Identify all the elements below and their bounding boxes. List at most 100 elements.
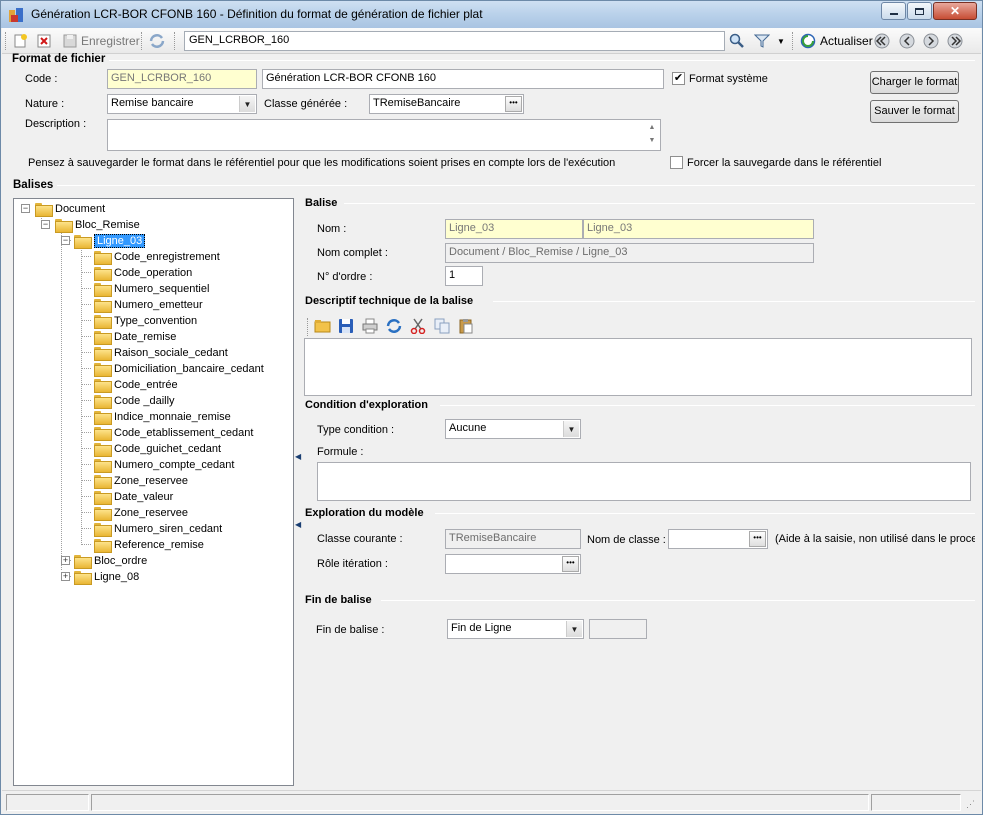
tree-node-child[interactable]: Code_guichet_cedant — [94, 441, 221, 457]
editor-copy-button[interactable] — [434, 318, 450, 334]
paste-icon — [459, 319, 473, 334]
tree-node-child[interactable]: Code_operation — [94, 265, 192, 281]
tree-node-child[interactable]: Code _dailly — [94, 393, 175, 409]
ordre-field[interactable]: 1 — [445, 266, 483, 286]
tree-connector — [81, 352, 91, 353]
splitter-collapse-icon[interactable]: ◀ — [295, 520, 301, 530]
code-field[interactable]: GEN_LCRBOR_160 — [107, 69, 257, 89]
tree-node-document[interactable]: Document — [35, 201, 105, 217]
tree-connector — [81, 272, 91, 273]
nom-alias-field[interactable]: Ligne_03 — [583, 219, 814, 239]
editor-print-button[interactable] — [362, 318, 378, 334]
nom-classe-field[interactable]: ••• — [668, 529, 768, 549]
tree-node-child[interactable]: Reference_remise — [94, 537, 204, 553]
editor-toolbar-grip — [307, 318, 308, 336]
tree-node-child[interactable]: Raison_sociale_cedant — [94, 345, 228, 361]
close-button[interactable]: ✕ — [933, 2, 977, 20]
tree-connector — [81, 496, 91, 497]
format-systeme-checkbox[interactable]: ✔ — [672, 72, 685, 85]
folder-icon — [94, 539, 112, 553]
filter-dropdown-button[interactable]: ▼ — [777, 32, 785, 50]
tree-node-ligne08[interactable]: Ligne_08 — [74, 569, 139, 585]
load-format-button[interactable]: Charger le format — [870, 71, 959, 94]
sync-button[interactable] — [148, 32, 166, 50]
nom-classe-browse-button[interactable]: ••• — [749, 531, 766, 547]
nature-select[interactable]: Remise bancaire ▼ — [107, 94, 257, 114]
tree-node-child[interactable]: Zone_reservee — [94, 505, 188, 521]
delete-button[interactable] — [36, 32, 52, 50]
expand-ligne08-button[interactable]: + — [61, 572, 70, 581]
exploration-section-divider — [435, 513, 975, 514]
title-bar[interactable]: Génération LCR-BOR CFONB 160 - Définitio… — [1, 1, 982, 28]
tree-node-child[interactable]: Domiciliation_bancaire_cedant — [94, 361, 264, 377]
save-toolbar-button[interactable]: Enregistrer — [62, 32, 140, 50]
description-field[interactable]: ▲ ▼ — [107, 119, 661, 151]
editor-refresh-button[interactable] — [386, 318, 402, 334]
tree-node-child[interactable]: Numero_sequentiel — [94, 281, 209, 297]
collapse-ligne03-button[interactable]: − — [61, 236, 70, 245]
tree-node-ligne03[interactable]: Ligne_03 — [74, 233, 146, 249]
role-iteration-field[interactable]: ••• — [445, 554, 581, 574]
classe-browse-button[interactable]: ••• — [505, 96, 522, 112]
minimize-button[interactable] — [881, 2, 906, 20]
role-iteration-browse-button[interactable]: ••• — [562, 556, 579, 572]
tree-node-child[interactable]: Code_entrée — [94, 377, 178, 393]
refresh-label: Actualiser — [820, 34, 873, 48]
folder-icon — [94, 347, 112, 361]
tree-node-child[interactable]: Code_enregistrement — [94, 249, 220, 265]
format-name-field[interactable]: Génération LCR-BOR CFONB 160 — [262, 69, 664, 89]
maximize-button[interactable] — [907, 2, 932, 20]
folder-icon — [94, 475, 112, 489]
nature-label: Nature : — [25, 98, 65, 110]
expand-bloc-ordre-button[interactable]: + — [61, 556, 70, 565]
tree-node-child[interactable]: Type_convention — [94, 313, 197, 329]
tree-connector — [81, 248, 82, 545]
tree-node-child[interactable]: Numero_emetteur — [94, 297, 203, 313]
splitter-collapse-icon[interactable]: ◀ — [295, 452, 301, 462]
formule-field[interactable] — [317, 462, 971, 501]
previous-record-button[interactable] — [899, 32, 915, 50]
tree-node-label: Ligne_03 — [94, 234, 146, 248]
chevron-down-icon[interactable]: ▼ — [566, 621, 582, 637]
chevron-down-icon[interactable]: ▼ — [563, 421, 579, 437]
tree-node-child[interactable]: Indice_monnaie_remise — [94, 409, 231, 425]
balises-tree[interactable]: − − − + + Document Bloc_Remise Ligne_03 … — [13, 198, 294, 786]
tree-node-child[interactable]: Numero_compte_cedant — [94, 457, 234, 473]
chevron-down-icon[interactable]: ▼ — [239, 96, 255, 112]
search-button[interactable] — [729, 32, 745, 50]
editor-cut-button[interactable] — [410, 318, 426, 334]
folder-icon — [94, 299, 112, 313]
next-record-button[interactable] — [923, 32, 939, 50]
format-selector-input[interactable]: GEN_LCRBOR_160 — [184, 31, 725, 51]
tree-node-child[interactable]: Code_etablissement_cedant — [94, 425, 253, 441]
descriptif-editor[interactable] — [304, 338, 972, 396]
tree-connector — [81, 304, 91, 305]
nom-field[interactable]: Ligne_03 — [445, 219, 583, 239]
editor-open-button[interactable] — [314, 318, 331, 334]
tree-node-child[interactable]: Numero_siren_cedant — [94, 521, 222, 537]
descriptif-section-divider — [493, 301, 975, 302]
filter-button[interactable] — [754, 32, 770, 50]
tree-node-bloc-ordre[interactable]: Bloc_ordre — [74, 553, 147, 569]
tree-node-bloc-remise[interactable]: Bloc_Remise — [55, 217, 140, 233]
save-format-button[interactable]: Sauver le format — [870, 100, 959, 123]
tree-node-child[interactable]: Date_valeur — [94, 489, 173, 505]
refresh-button[interactable]: Actualiser — [800, 32, 873, 50]
tree-node-child[interactable]: Zone_reservee — [94, 473, 188, 489]
classe-label: Classe générée : — [264, 98, 348, 110]
first-record-button[interactable] — [874, 32, 890, 50]
tree-node-child[interactable]: Date_remise — [94, 329, 176, 345]
editor-paste-button[interactable] — [458, 318, 474, 334]
description-scrollbar[interactable]: ▲ ▼ — [645, 121, 659, 149]
type-condition-select[interactable]: Aucune ▼ — [445, 419, 581, 439]
last-record-button[interactable] — [947, 32, 963, 50]
tree-node-label: Zone_reservee — [114, 507, 188, 519]
resize-grip-icon[interactable]: ⋰ — [966, 799, 975, 810]
collapse-document-button[interactable]: − — [21, 204, 30, 213]
classe-field[interactable]: TRemiseBancaire ••• — [369, 94, 524, 114]
new-button[interactable] — [12, 32, 28, 50]
force-save-checkbox[interactable] — [670, 156, 683, 169]
editor-save-button[interactable] — [338, 318, 354, 334]
fin-balise-select[interactable]: Fin de Ligne ▼ — [447, 619, 584, 639]
collapse-bloc-remise-button[interactable]: − — [41, 220, 50, 229]
